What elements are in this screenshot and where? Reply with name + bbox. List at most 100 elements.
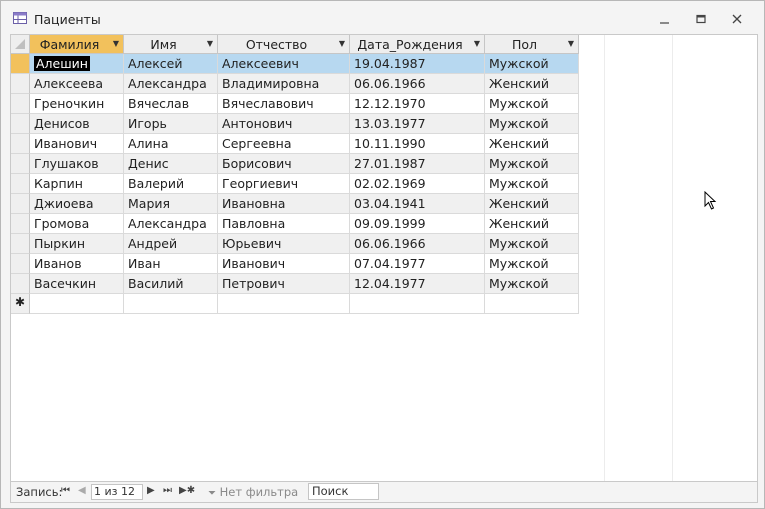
column-header-gender[interactable]: Пол ▼	[485, 35, 579, 54]
column-header-lastname[interactable]: Фамилия ▼	[30, 35, 124, 54]
cell-birthdate[interactable]: 09.09.1999	[350, 214, 485, 234]
cell-firstname[interactable]: Иван	[124, 254, 218, 274]
cell-lastname[interactable]: Джиоева	[30, 194, 124, 214]
first-record-icon[interactable]: ⏮	[61, 485, 70, 496]
restore-icon[interactable]	[693, 13, 709, 25]
cell-patronymic[interactable]: Юрьевич	[218, 234, 350, 254]
cell-birthdate[interactable]: 07.04.1977	[350, 254, 485, 274]
cell-lastname[interactable]: Васечкин	[30, 274, 124, 294]
cell-birthdate[interactable]: 19.04.1987	[350, 54, 485, 74]
cell-gender[interactable]: Женский	[485, 214, 579, 234]
cell-gender[interactable]: Мужской	[485, 154, 579, 174]
close-icon[interactable]	[729, 13, 745, 25]
cell-birthdate[interactable]: 06.06.1966	[350, 74, 485, 94]
cell-gender[interactable]: Мужской	[485, 174, 579, 194]
select-all-corner[interactable]	[11, 35, 30, 54]
row-selector[interactable]	[11, 214, 30, 234]
cell-lastname[interactable]: Иванов	[30, 254, 124, 274]
cell-gender[interactable]: Мужской	[485, 234, 579, 254]
cell-birthdate[interactable]: 12.12.1970	[350, 94, 485, 114]
cell-firstname[interactable]: Андрей	[124, 234, 218, 254]
new-record-button-icon[interactable]: ▶✱	[179, 485, 195, 496]
row-selector[interactable]	[11, 54, 30, 74]
search-input[interactable]: Поиск	[308, 483, 379, 500]
filter-status[interactable]: ⏷ Нет фильтра	[208, 485, 298, 499]
cell-patronymic[interactable]: Алексеевич	[218, 54, 350, 74]
minimize-icon[interactable]	[657, 13, 673, 25]
cell-firstname[interactable]: Александра	[124, 214, 218, 234]
cell-patronymic[interactable]: Владимировна	[218, 74, 350, 94]
dropdown-arrow-icon[interactable]: ▼	[113, 39, 119, 48]
dropdown-arrow-icon[interactable]: ▼	[339, 39, 345, 48]
current-record-field[interactable]: 1 из 12	[91, 484, 143, 500]
row-selector[interactable]	[11, 234, 30, 254]
row-selector[interactable]	[11, 274, 30, 294]
cell-patronymic[interactable]: Антонович	[218, 114, 350, 134]
cell-firstname[interactable]: Александра	[124, 74, 218, 94]
cell-firstname[interactable]: Вячеслав	[124, 94, 218, 114]
cell-lastname[interactable]: Греночкин	[30, 94, 124, 114]
cell-lastname[interactable]: Алексеева	[30, 74, 124, 94]
row-selector[interactable]	[11, 174, 30, 194]
cell-lastname[interactable]: Карпин	[30, 174, 124, 194]
new-cell-firstname[interactable]	[124, 294, 218, 314]
cell-patronymic[interactable]: Георгиевич	[218, 174, 350, 194]
new-cell-birthdate[interactable]	[350, 294, 485, 314]
cell-patronymic[interactable]: Вячеславович	[218, 94, 350, 114]
column-header-birthdate[interactable]: Дата_Рождения ▼	[350, 35, 485, 54]
cell-birthdate[interactable]: 02.02.1969	[350, 174, 485, 194]
cell-patronymic[interactable]: Сергеевна	[218, 134, 350, 154]
dropdown-arrow-icon[interactable]: ▼	[207, 39, 213, 48]
cell-firstname[interactable]: Денис	[124, 154, 218, 174]
cell-birthdate[interactable]: 13.03.1977	[350, 114, 485, 134]
cell-patronymic[interactable]: Борисович	[218, 154, 350, 174]
cell-lastname[interactable]: Иванович	[30, 134, 124, 154]
cell-birthdate[interactable]: 27.01.1987	[350, 154, 485, 174]
cell-birthdate[interactable]: 12.04.1977	[350, 274, 485, 294]
row-selector[interactable]	[11, 94, 30, 114]
column-header-patronymic[interactable]: Отчество ▼	[218, 35, 350, 54]
cell-lastname[interactable]: Глушаков	[30, 154, 124, 174]
cell-lastname[interactable]: Пыркин	[30, 234, 124, 254]
cell-gender[interactable]: Женский	[485, 194, 579, 214]
cell-patronymic[interactable]: Павловна	[218, 214, 350, 234]
cell-lastname[interactable]: Денисов	[30, 114, 124, 134]
row-selector[interactable]	[11, 74, 30, 94]
cell-birthdate[interactable]: 10.11.1990	[350, 134, 485, 154]
last-record-icon[interactable]: ⏭	[163, 485, 172, 496]
cell-birthdate[interactable]: 03.04.1941	[350, 194, 485, 214]
cell-gender[interactable]: Мужской	[485, 54, 579, 74]
new-cell-patronymic[interactable]	[218, 294, 350, 314]
cell-firstname[interactable]: Василий	[124, 274, 218, 294]
cell-gender[interactable]: Мужской	[485, 274, 579, 294]
new-cell-lastname[interactable]	[30, 294, 124, 314]
cell-firstname[interactable]: Мария	[124, 194, 218, 214]
cell-birthdate[interactable]: 06.06.1966	[350, 234, 485, 254]
cell-firstname[interactable]: Алина	[124, 134, 218, 154]
cell-patronymic[interactable]: Иванович	[218, 254, 350, 274]
column-header-firstname[interactable]: Имя ▼	[124, 35, 218, 54]
cell-gender[interactable]: Мужской	[485, 254, 579, 274]
dropdown-arrow-icon[interactable]: ▼	[474, 39, 480, 48]
row-selector[interactable]	[11, 194, 30, 214]
cell-gender[interactable]: Мужской	[485, 94, 579, 114]
cell-firstname[interactable]: Валерий	[124, 174, 218, 194]
dropdown-arrow-icon[interactable]: ▼	[568, 39, 574, 48]
row-selector[interactable]	[11, 134, 30, 154]
row-selector[interactable]	[11, 154, 30, 174]
row-selector[interactable]	[11, 114, 30, 134]
new-cell-gender[interactable]	[485, 294, 579, 314]
cell-patronymic[interactable]: Ивановна	[218, 194, 350, 214]
row-selector[interactable]	[11, 254, 30, 274]
cell-lastname[interactable]: Алешин	[30, 54, 124, 74]
cell-firstname[interactable]: Игорь	[124, 114, 218, 134]
cell-lastname[interactable]: Громова	[30, 214, 124, 234]
previous-record-icon[interactable]: ◀	[78, 485, 86, 496]
cell-gender[interactable]: Женский	[485, 134, 579, 154]
cell-firstname[interactable]: Алексей	[124, 54, 218, 74]
cell-patronymic[interactable]: Петрович	[218, 274, 350, 294]
cell-gender[interactable]: Мужской	[485, 114, 579, 134]
new-record-selector[interactable]: ✱	[11, 294, 30, 314]
next-record-icon[interactable]: ▶	[147, 485, 155, 496]
cell-gender[interactable]: Женский	[485, 74, 579, 94]
